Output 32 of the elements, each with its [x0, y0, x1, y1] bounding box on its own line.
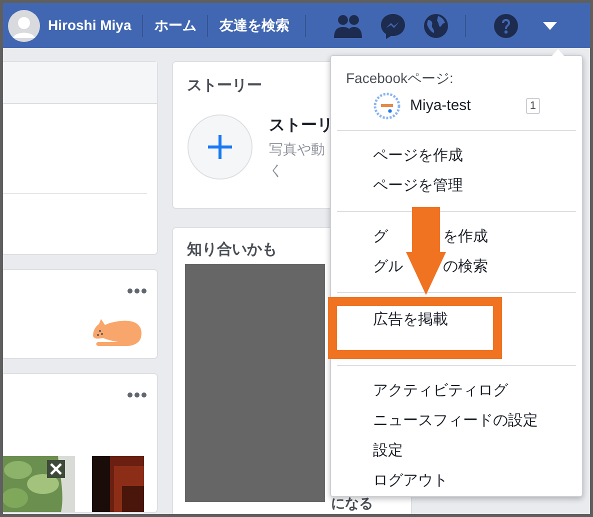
- help-icon[interactable]: [493, 12, 520, 38]
- notification-count: 1: [526, 98, 540, 114]
- user-name-link[interactable]: Hiroshi Miya: [48, 15, 132, 36]
- menu-item[interactable]: ニュースフィードの設定: [373, 410, 538, 432]
- add-friend-button[interactable]: になる: [331, 496, 373, 510]
- menu-item[interactable]: 広告を掲載: [373, 309, 448, 331]
- menu-item-text[interactable]: の検索: [443, 256, 488, 278]
- more-icon[interactable]: [127, 288, 147, 294]
- menu-item[interactable]: 設定: [373, 440, 403, 462]
- menu-item[interactable]: アクティビティログ: [373, 380, 508, 402]
- story-text: 写真や動: [269, 140, 326, 159]
- avatar-icon[interactable]: [8, 10, 40, 42]
- nav-link[interactable]: ホーム: [154, 15, 196, 36]
- messenger-icon[interactable]: [379, 12, 408, 40]
- add-story-button[interactable]: [187, 114, 253, 180]
- card-title: ストーリー: [187, 76, 262, 96]
- menu-item[interactable]: ログアウト: [373, 470, 448, 492]
- menu-item[interactable]: ページを管理: [373, 175, 463, 197]
- page-name-link[interactable]: Miya-test: [410, 94, 526, 118]
- menu-item[interactable]: ページを作成: [373, 145, 463, 167]
- story-title: ストーリ: [269, 116, 333, 136]
- globe-icon[interactable]: [423, 12, 450, 38]
- more-icon[interactable]: [127, 392, 147, 398]
- menu-item-text[interactable]: グル: [373, 256, 403, 278]
- story-text: く: [269, 161, 284, 180]
- menu-item-text[interactable]: を作成: [443, 226, 488, 248]
- menu-section-title: Facebookページ:: [345, 69, 454, 88]
- nav-link[interactable]: 友達を検索: [219, 15, 290, 36]
- card-title: 知り合いかも: [187, 240, 277, 260]
- menu-item-text[interactable]: グ: [373, 226, 388, 248]
- caret-icon[interactable]: [543, 22, 558, 30]
- page-logo-icon[interactable]: [373, 92, 401, 120]
